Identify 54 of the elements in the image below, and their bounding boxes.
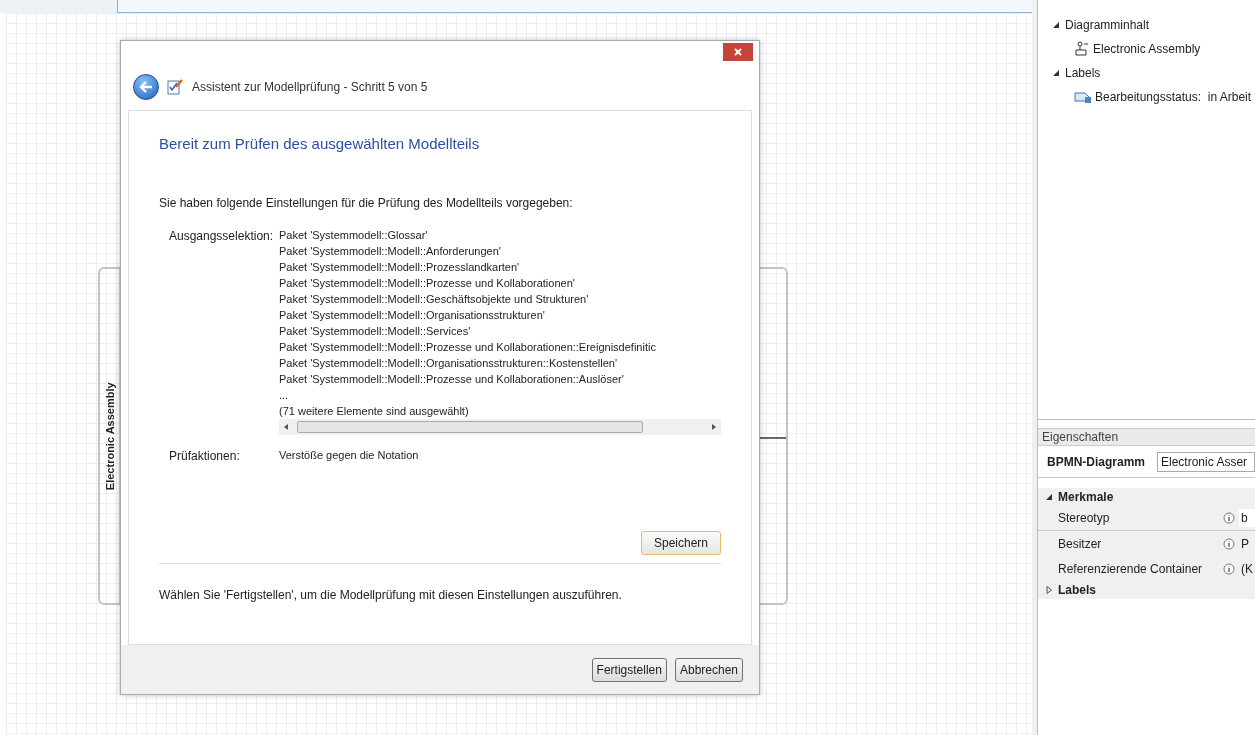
property-name: Stereotyp xyxy=(1058,510,1111,527)
summary-value: Paket 'Systemmodell::Glossar' xyxy=(279,227,428,243)
close-icon xyxy=(734,48,742,56)
outline-group[interactable]: Labels xyxy=(1065,64,1101,82)
property-value: (K xyxy=(1240,560,1254,578)
dialog-title: Assistent zur Modellprüfung - Schritt 5 von 5 xyxy=(192,78,428,96)
summary-value: Paket 'Systemmodell::Modell::Prozesse und Kollaborationen::Ereignisdefinitic xyxy=(279,339,656,355)
property-value: P xyxy=(1240,535,1250,553)
person-node-icon xyxy=(1074,41,1090,57)
info-icon[interactable] xyxy=(1223,537,1235,550)
dialog-button[interactable]: Abbrechen xyxy=(674,657,743,682)
save-button[interactable]: Speichern xyxy=(641,531,721,555)
outline-group[interactable]: Diagramminhalt xyxy=(1065,16,1150,34)
intro-text: Sie haben folgende Einstellungen für die Prüfung des Modellteils vorgegeben: xyxy=(159,194,574,212)
dialog-heading: Bereit zum Prüfen des ausgewählten Modellteils xyxy=(159,134,481,154)
summary-value: Paket 'Systemmodell::Modell::Geschäftsobjekte und Strukturen' xyxy=(279,291,589,307)
summary-label: Prüfaktionen: xyxy=(168,447,241,465)
back-arrow-icon xyxy=(139,80,153,93)
dialog-button[interactable]: Fertigstellen xyxy=(591,657,667,682)
summary-value: Paket 'Systemmodell::Modell::Services' xyxy=(279,323,471,339)
property-group[interactable]: Labels xyxy=(1058,581,1096,599)
info-icon[interactable] xyxy=(1223,562,1235,575)
summary-value: Paket 'Systemmodell::Modell::Prozesse und Kollaborationen' xyxy=(279,275,575,291)
property-value: b xyxy=(1239,509,1255,527)
summary-value: Paket 'Systemmodell::Modell::Organisationsstrukturen' xyxy=(279,307,545,323)
outline-item[interactable]: Electronic Assembly xyxy=(1093,40,1201,58)
back-button[interactable] xyxy=(133,73,159,100)
property-name: Besitzer xyxy=(1058,535,1103,553)
checklist-pencil-icon xyxy=(167,78,184,95)
property-group[interactable]: Merkmale xyxy=(1058,488,1114,506)
summary-value: Verstöße gegen die Notation xyxy=(279,447,419,463)
expand-toggle-icon[interactable] xyxy=(1045,493,1053,501)
pool-label: Electronic Assembly xyxy=(102,382,117,490)
close-button[interactable] xyxy=(723,43,753,61)
expand-toggle-icon[interactable] xyxy=(1052,21,1060,29)
summary-value: Paket 'Systemmodell::Modell::Anforderungen' xyxy=(279,243,501,259)
property-name: Referenzierende Container xyxy=(1058,560,1204,578)
tag-lock-icon xyxy=(1074,90,1092,104)
summary-value: Paket 'Systemmodell::Modell::Prozesse und Kollaborationen::Auslöser' xyxy=(279,371,624,387)
element-type-label: BPMN-Diagramm xyxy=(1047,453,1145,471)
expand-toggle-icon[interactable] xyxy=(1045,586,1053,594)
summary-value: (71 weitere Elemente sind ausgewählt) xyxy=(279,403,469,419)
summary-value: Paket 'Systemmodell::Modell::Prozesslandkarten' xyxy=(279,259,520,275)
horizontal-scrollbar[interactable] xyxy=(279,418,721,435)
expand-toggle-icon[interactable] xyxy=(1052,69,1060,77)
scrollbar-thumb[interactable] xyxy=(297,420,643,433)
summary-value: Paket 'Systemmodell::Modell::Organisationsstrukturen::Kostenstellen' xyxy=(279,355,618,371)
info-icon[interactable] xyxy=(1223,512,1235,524)
summary-value: ... xyxy=(279,387,289,403)
name-field[interactable]: Electronic Asser xyxy=(1157,451,1255,472)
outline-item[interactable]: Bearbeitungsstatus: in Arbeit xyxy=(1095,88,1252,106)
summary-label: Ausgangsselektion: xyxy=(168,227,275,245)
footer-hint: Wählen Sie 'Fertigstellen', um die Modellprüfung mit diesen Einstellungen auszuführen. xyxy=(159,587,623,604)
properties-header: Eigenschaften xyxy=(1038,428,1255,446)
